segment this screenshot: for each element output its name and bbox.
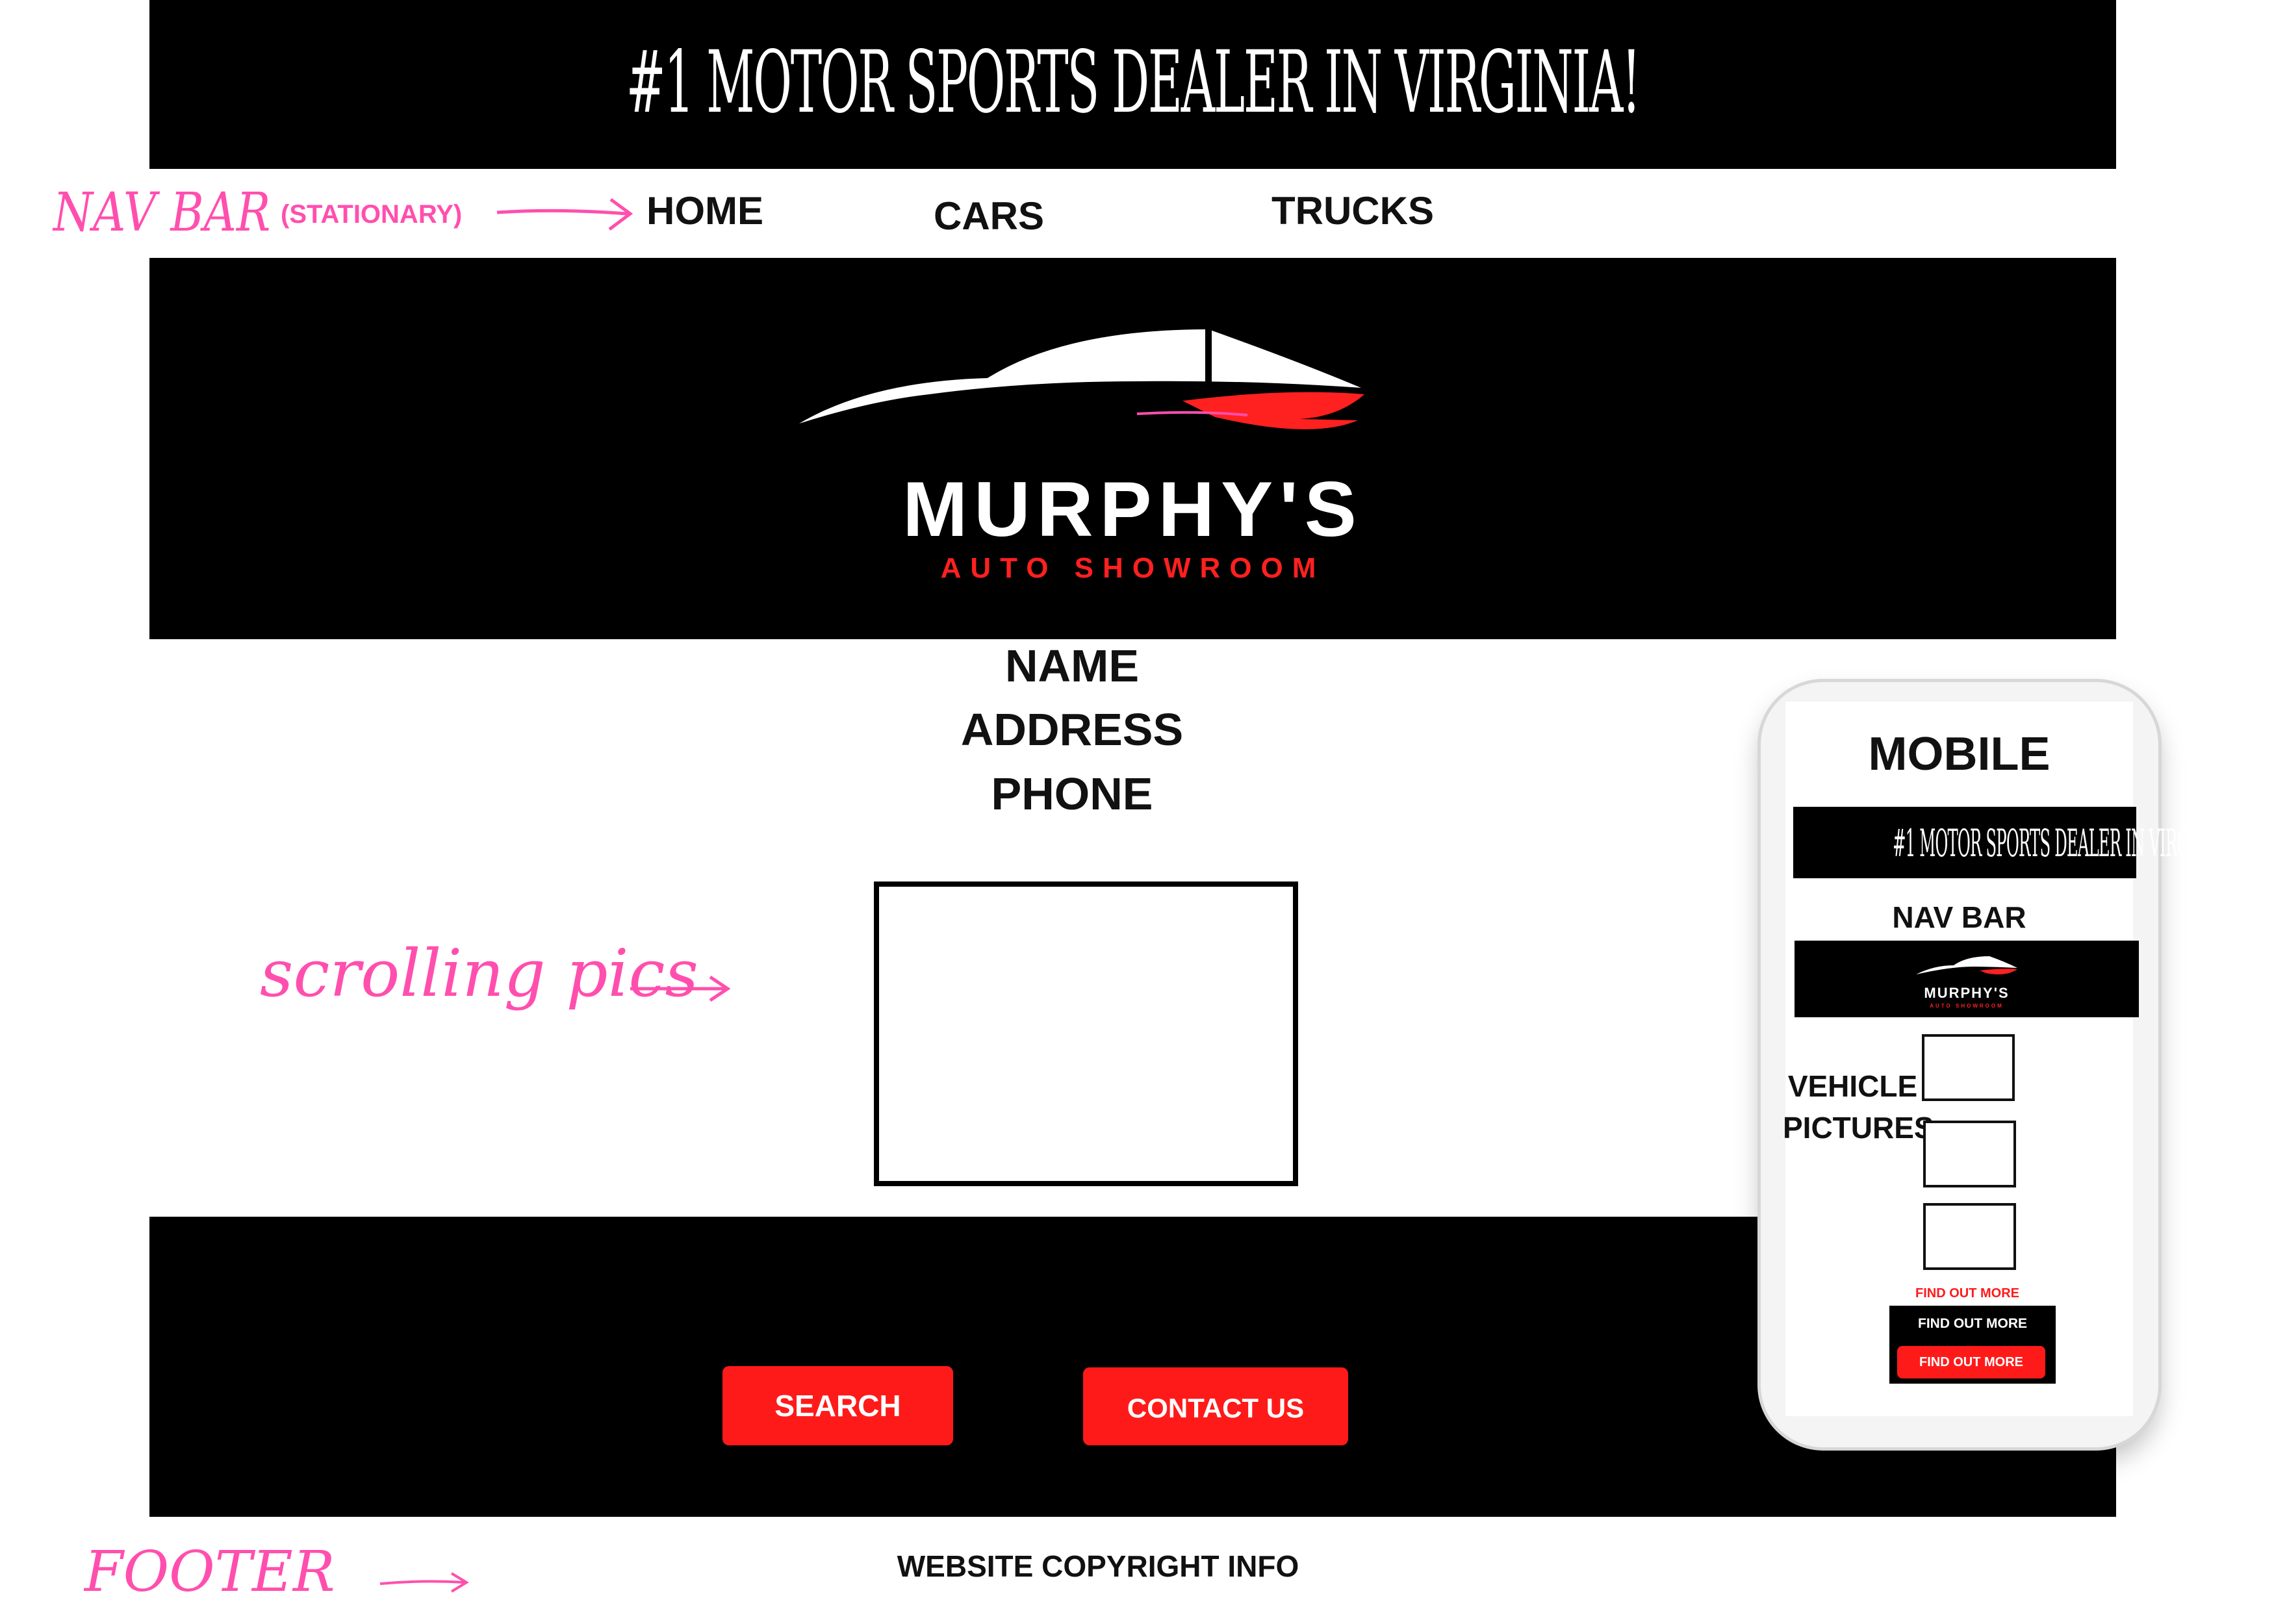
logo-name: MURPHY'S — [902, 466, 1363, 553]
mobile-vehicle-line1: VEHICLE — [1787, 1069, 1918, 1103]
mobile-car-icon — [1916, 956, 2017, 974]
search-button[interactable]: SEARCH — [722, 1366, 953, 1445]
info-name: NAME — [1004, 641, 1140, 691]
copyright-text: WEBSITE COPYRIGHT INFO — [897, 1549, 1299, 1583]
arrow-right-icon — [379, 1572, 469, 1593]
nav-bar-annotation: NAV BAR — [53, 182, 271, 244]
scrolling-picture-frame[interactable] — [874, 882, 1298, 1186]
mobile-logo-name: MURPHY'S — [1924, 985, 2010, 1001]
banner-tagline: #1 MOTOR SPORTS DEALER IN VIRGINIA! — [626, 32, 1641, 133]
footer-annotation: FOOTER — [84, 1540, 335, 1605]
top-banner: #1 MOTOR SPORTS DEALER IN VIRGINIA! — [149, 0, 2116, 169]
mobile-hero: MURPHY'S AUTO SHOWROOM — [1795, 941, 2139, 1017]
logo-subtitle: AUTO SHOWROOM — [940, 552, 1325, 584]
mobile-screen: MOBILE #1 MOTOR SPORTS DEALER IN VIRGINI… — [1783, 702, 2231, 1416]
info-phone: PHONE — [991, 768, 1153, 819]
mobile-find-out-more-link[interactable]: FIND OUT MORE — [1889, 1286, 2045, 1301]
mobile-picture-box[interactable] — [1922, 1034, 2015, 1101]
nav-home-link[interactable]: HOME — [646, 188, 763, 233]
mobile-banner-tagline: #1 MOTOR SPORTS DEALER IN VIRGINIA! — [1893, 821, 2231, 865]
mobile-nav-bar[interactable]: NAV BAR — [1785, 900, 2133, 935]
info-address: ADDRESS — [960, 704, 1184, 755]
mobile-banner: #1 MOTOR SPORTS DEALER IN VIRGINIA! — [1793, 807, 2231, 878]
hero-banner: MURPHY'S AUTO SHOWROOM — [149, 258, 2116, 639]
contact-us-button[interactable]: CONTACT US — [1083, 1367, 1348, 1445]
mobile-footer: FIND OUT MORE FIND OUT MORE — [1889, 1306, 2056, 1384]
mobile-phone-mockup: MOBILE #1 MOTOR SPORTS DEALER IN VIRGINI… — [1761, 682, 2231, 1447]
stationary-annotation: (STATIONARY) — [281, 200, 463, 229]
car-silhouette-icon — [799, 329, 1364, 429]
arrow-right-icon — [496, 197, 633, 231]
mobile-title: MOBILE — [1868, 728, 2050, 780]
nav-trucks-link[interactable]: TRUCKS — [1271, 188, 1434, 233]
mobile-vehicle-label: VEHICLE PICTURES — [1783, 1065, 1934, 1148]
mobile-picture-box[interactable] — [1923, 1121, 2016, 1187]
arrow-right-icon — [630, 975, 731, 1002]
mobile-logo-subtitle: AUTO SHOWROOM — [1930, 1003, 2004, 1009]
mobile-vehicle-line2: PICTURES — [1783, 1111, 1934, 1145]
mobile-find-out-more-text: FIND OUT MORE — [1918, 1316, 2027, 1331]
mobile-find-out-more-button[interactable]: FIND OUT MORE — [1897, 1346, 2045, 1378]
mobile-picture-box[interactable] — [1923, 1203, 2016, 1270]
nav-cars-link[interactable]: CARS — [934, 194, 1044, 238]
